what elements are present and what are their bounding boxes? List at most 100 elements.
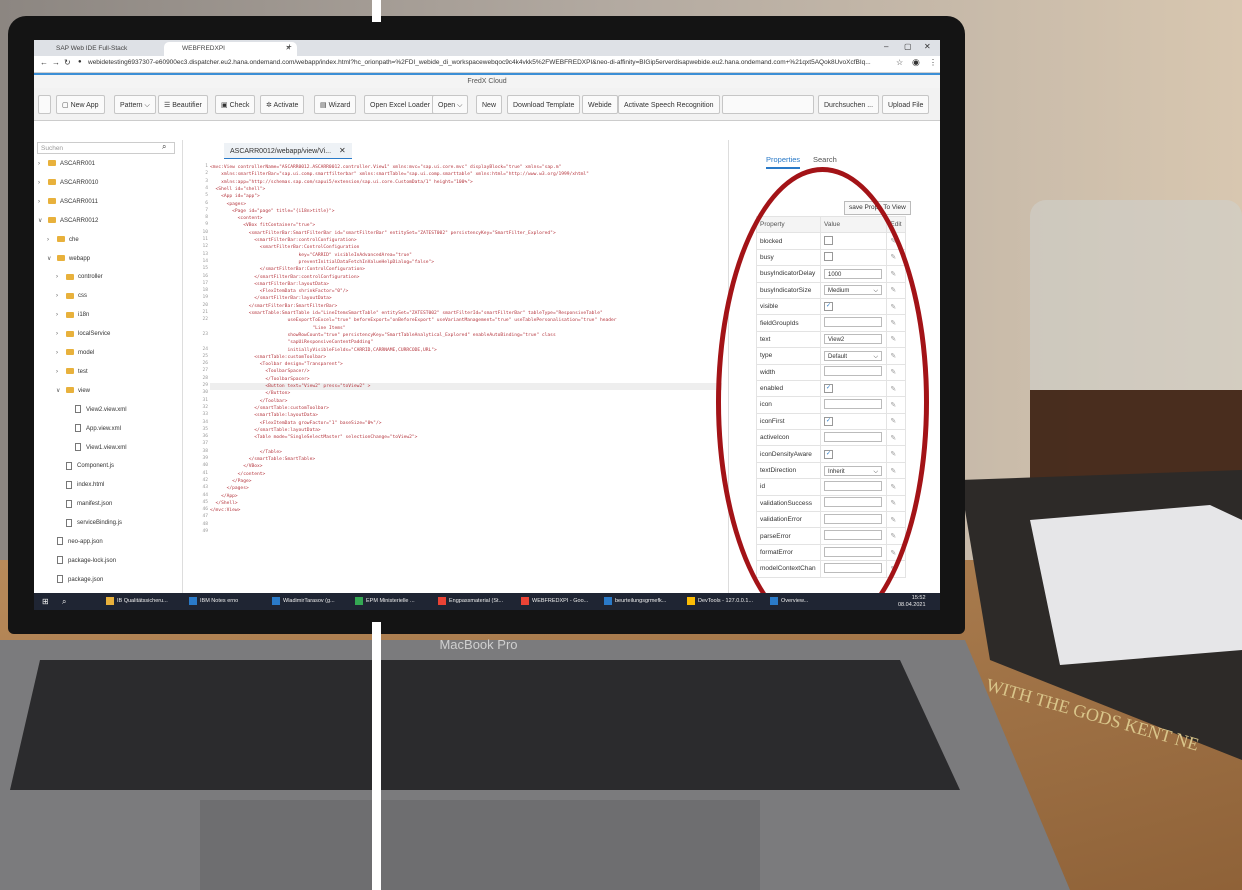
- code-line[interactable]: <Button text="View2" press="toView2" >: [210, 383, 722, 391]
- code-line[interactable]: </mvc:View>: [210, 507, 722, 514]
- code-line[interactable]: <smartFilterBar:SmartFilterBar id="smart…: [210, 230, 722, 237]
- clock[interactable]: 15:52 08.04.2021: [898, 595, 926, 610]
- taskbar-app[interactable]: Overview...: [770, 593, 808, 610]
- close-window-button[interactable]: ✕: [924, 42, 931, 51]
- code-line[interactable]: <smartFilterBar:controlConfiguration>: [210, 237, 722, 244]
- code-line[interactable]: initiallyVisibleFields="CARRID,CARRNAME,…: [210, 347, 722, 354]
- tree-file[interactable]: package-lock.json: [47, 555, 116, 567]
- code-line[interactable]: <smartFilterBar:layoutData>: [210, 281, 722, 288]
- taskbar-app[interactable]: beurteilungsgrmefk...: [604, 593, 666, 610]
- tree-folder[interactable]: ∨ webapp: [47, 253, 90, 265]
- star-icon[interactable]: ☆: [896, 58, 903, 67]
- file-path-input[interactable]: [722, 95, 814, 114]
- editor-tab[interactable]: ASCARR0012/webapp/view/Vi... ✕: [224, 143, 352, 159]
- search-icon[interactable]: ⌕: [62, 593, 66, 610]
- new-app-button[interactable]: ▢ New App: [56, 95, 105, 114]
- chevron-right-icon[interactable]: ›: [56, 309, 66, 321]
- code-line[interactable]: <FlexItemData shrinkFactor="0"/>: [210, 288, 722, 295]
- tree-file[interactable]: index.html: [56, 479, 104, 491]
- tree-file[interactable]: View2.view.xml: [65, 404, 127, 416]
- code-line[interactable]: </smartTable:layoutData>: [210, 427, 722, 434]
- tree-file[interactable]: neo-app.json: [47, 536, 103, 548]
- code-line[interactable]: </smartFilterBar:layoutData>: [210, 295, 722, 302]
- close-icon[interactable]: ✕: [339, 146, 346, 155]
- tree-folder[interactable]: › i18n: [56, 309, 89, 321]
- tree-file[interactable]: manifest.json: [56, 498, 112, 510]
- back-icon[interactable]: ←: [40, 58, 48, 67]
- code-line[interactable]: <Shell id="shell">: [210, 186, 722, 193]
- minimize-button[interactable]: –: [884, 42, 888, 51]
- chevron-right-icon[interactable]: ›: [56, 290, 66, 302]
- wizard-button[interactable]: ▤ Wizard: [314, 95, 357, 114]
- search-icon[interactable]: ⌕: [162, 142, 166, 152]
- taskbar-app[interactable]: DevTools - 127.0.0.1...: [687, 593, 753, 610]
- tree-folder[interactable]: › localService: [56, 328, 110, 340]
- browser-tab-webide[interactable]: SAP Web IDE Full-Stack ✕: [38, 42, 176, 56]
- tree-folder[interactable]: › test: [56, 366, 88, 378]
- search-input[interactable]: Suchen: [37, 142, 175, 154]
- beautifier-button[interactable]: ☰ Beautifier: [158, 95, 208, 114]
- tree-folder[interactable]: › css: [56, 290, 87, 302]
- code-line[interactable]: </smartFilterBar:SmartFilterBar>: [210, 303, 722, 310]
- chevron-down-icon[interactable]: ∨: [38, 215, 48, 227]
- tree-file[interactable]: serviceBinding.js: [56, 517, 122, 529]
- tree-file[interactable]: Component.js: [56, 460, 114, 472]
- code-line[interactable]: </Page>: [210, 478, 722, 485]
- tree-folder[interactable]: › model: [56, 347, 94, 359]
- chevron-right-icon[interactable]: ›: [38, 158, 48, 170]
- tree-folder[interactable]: ∨ view: [56, 385, 90, 397]
- taskbar-app[interactable]: EPM Ministerielle ...: [355, 593, 415, 610]
- taskbar-app[interactable]: IB Qualitätssicheru...: [106, 593, 168, 610]
- profile-icon[interactable]: ◉: [912, 57, 920, 68]
- code-line[interactable]: "Line Items": [210, 325, 722, 332]
- code-line[interactable]: showRowCount="true" persistencyKey="Smar…: [210, 332, 722, 339]
- chevron-right-icon[interactable]: ›: [47, 234, 57, 246]
- activate-button[interactable]: ✲ Activate: [260, 95, 305, 114]
- code-line[interactable]: </pages>: [210, 485, 722, 492]
- tree-folder[interactable]: › ASCARR0010: [38, 177, 98, 189]
- tree-file[interactable]: App.view.xml: [65, 423, 121, 435]
- code-line[interactable]: xmlns:smartFilterBar="sap.ui.comp.smartf…: [210, 171, 722, 178]
- upload-file-button[interactable]: Upload File: [882, 95, 930, 114]
- chevron-right-icon[interactable]: ›: [56, 347, 66, 359]
- check-button[interactable]: ▣ Check: [215, 95, 256, 114]
- code-line[interactable]: <Toolbar design="Transparent">: [210, 361, 722, 368]
- code-line[interactable]: </Shell>: [210, 500, 722, 507]
- url-input[interactable]: webidetesting6937307-e60900ec3.dispatche…: [88, 59, 878, 66]
- code-line[interactable]: useExportToExcel="true" beforeExport="on…: [210, 317, 722, 324]
- chevron-down-icon[interactable]: ∨: [47, 253, 57, 265]
- chevron-down-icon[interactable]: ∨: [56, 385, 66, 397]
- code-line[interactable]: </smartTable:SmartTable>: [210, 456, 722, 463]
- chevron-right-icon[interactable]: ›: [56, 366, 66, 378]
- code-line[interactable]: </ToolbarSpacer>: [210, 376, 722, 383]
- code-line[interactable]: <smartTable:customToolbar>: [210, 354, 722, 361]
- save-icon[interactable]: [38, 95, 51, 114]
- code-line[interactable]: <smartTable:layoutData>: [210, 412, 722, 419]
- taskbar-app[interactable]: IBM Notes erno: [189, 593, 238, 610]
- chevron-right-icon[interactable]: ›: [56, 328, 66, 340]
- code-line[interactable]: <content>: [210, 215, 722, 222]
- code-line[interactable]: <Table mode="SingleSelectMaster" selecti…: [210, 434, 722, 441]
- tree-folder[interactable]: › ASCARR0011: [38, 196, 98, 208]
- tree-file[interactable]: package.json: [47, 574, 103, 586]
- code-line[interactable]: </smartTable:customToolbar>: [210, 405, 722, 412]
- tab-properties[interactable]: Properties: [766, 155, 801, 169]
- code-line[interactable]: key="CARRID" visibleInAdvancedArea="true…: [210, 252, 722, 259]
- code-line[interactable]: </App>: [210, 493, 722, 500]
- code-line[interactable]: </smartFilterBar:ControlConfiguration>: [210, 266, 722, 273]
- code-line[interactable]: "sapUiResponsiveContentPadding": [210, 339, 722, 346]
- code-line[interactable]: </content>: [210, 471, 722, 478]
- activate-speech-recognition-button[interactable]: Activate Speech Recognition: [618, 95, 720, 114]
- code-line[interactable]: <smartTable:SmartTable id="LineItemsSmar…: [210, 310, 722, 317]
- maximize-button[interactable]: ▢: [904, 42, 912, 51]
- taskbar-app[interactable]: WEBFREDXPI - Goo...: [521, 593, 588, 610]
- tab-search[interactable]: Search: [813, 155, 837, 164]
- code-line[interactable]: <smartFilterBar:ControlConfiguration: [210, 244, 722, 251]
- windows-start-icon[interactable]: ⊞: [42, 593, 49, 610]
- code-line[interactable]: </Button>: [210, 390, 722, 397]
- webide-button[interactable]: Webide: [582, 95, 618, 114]
- download-template-button[interactable]: Download Template: [507, 95, 581, 114]
- new-tab-button[interactable]: +: [287, 42, 292, 51]
- code-line[interactable]: <App id="app">: [210, 193, 722, 200]
- new-button[interactable]: New: [476, 95, 503, 114]
